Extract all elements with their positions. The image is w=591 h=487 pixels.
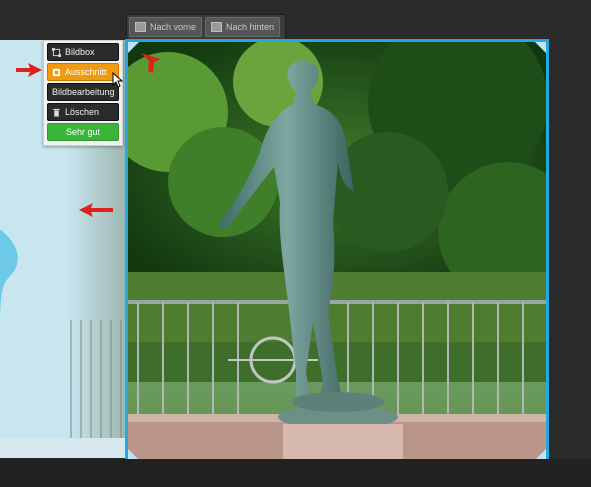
arrange-toolbar: Nach vorne Nach hinten xyxy=(126,14,286,40)
crop-icon xyxy=(52,68,61,76)
annotation-arrow-icon xyxy=(79,203,113,217)
annotation-arrow-icon xyxy=(16,63,42,77)
send-backward-label: Nach hinten xyxy=(226,22,275,32)
menu-item-label: Bildbox xyxy=(65,47,95,57)
crop-frame-icon xyxy=(52,47,61,57)
resize-handle-top-right[interactable] xyxy=(535,42,546,53)
menu-item-bildbox[interactable]: Bildbox xyxy=(47,43,119,61)
menu-item-loeschen[interactable]: Löschen xyxy=(47,103,119,121)
image-context-menu: Bildbox Ausschnitt Bildbearbeitung Lösch… xyxy=(43,40,123,146)
send-backward-icon xyxy=(211,22,223,32)
decorative-shape xyxy=(0,229,18,317)
menu-item-label: Löschen xyxy=(65,107,100,117)
bring-forward-button[interactable]: Nach vorne xyxy=(129,17,203,37)
confirm-button-label: Sehr gut xyxy=(65,127,101,137)
menu-item-bildbearbeitung[interactable]: Bildbearbeitung xyxy=(47,83,119,101)
menu-item-ausschnitt[interactable]: Ausschnitt xyxy=(47,63,119,81)
confirm-button[interactable]: Sehr gut xyxy=(47,123,119,141)
trash-icon xyxy=(53,108,60,117)
page-footer-strip xyxy=(0,438,128,458)
send-backward-button[interactable]: Nach hinten xyxy=(205,17,281,37)
bring-forward-icon xyxy=(135,22,146,32)
annotation-arrow-icon xyxy=(141,53,161,73)
menu-item-label: Bildbearbeitung xyxy=(52,87,115,97)
bring-forward-label: Nach vorne xyxy=(150,22,197,32)
mouse-cursor-icon xyxy=(112,72,124,88)
image-frame[interactable] xyxy=(125,39,549,463)
resize-handle-top-left[interactable] xyxy=(128,42,139,53)
bottom-bar xyxy=(0,459,591,487)
menu-item-label: Ausschnitt xyxy=(65,67,107,77)
statue-photo[interactable] xyxy=(128,42,546,460)
